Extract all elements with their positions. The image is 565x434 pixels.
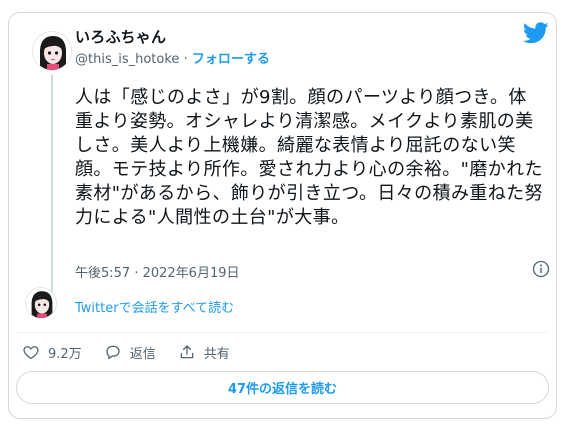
tweet-timestamp[interactable]: 午後5:57 · 2022年6月19日 [75,262,240,281]
share-icon [180,345,193,359]
share-button[interactable]: 共有 [178,343,230,362]
tweet-text: 人は「感じのよさ」が9割。顔のパーツより顔つき。体重より姿勢。オシャレより清潔感… [75,87,543,228]
reply-label: 返信 [129,346,156,362]
author-handle[interactable]: @this_is_hotoke [75,52,179,67]
read-conversation-link[interactable]: Twitterで会話をすべて読む [75,297,234,316]
reply-button[interactable]: 返信 [104,343,156,362]
twitter-bird-icon[interactable] [523,22,549,44]
reply-icon [106,345,120,360]
info-icon[interactable] [531,259,551,279]
heart-icon [23,346,39,360]
like-button[interactable]: 9.2万 [22,343,82,362]
like-count: 9.2万 [48,346,82,362]
action-bar: 9.2万 返信 共有 [22,341,252,363]
share-label: 共有 [203,346,230,362]
conversation-avatar[interactable] [25,287,57,319]
handle-separator: · [183,52,188,67]
author-name[interactable]: いろふちゃん [75,26,166,47]
thread-line [51,75,53,298]
author-handle-row: @this_is_hotoke · フォローする [75,48,270,67]
author-avatar[interactable] [32,31,72,71]
divider [16,332,549,333]
read-replies-button[interactable]: 47件の返信を読む [16,371,549,404]
follow-button[interactable]: フォローする [192,52,270,67]
